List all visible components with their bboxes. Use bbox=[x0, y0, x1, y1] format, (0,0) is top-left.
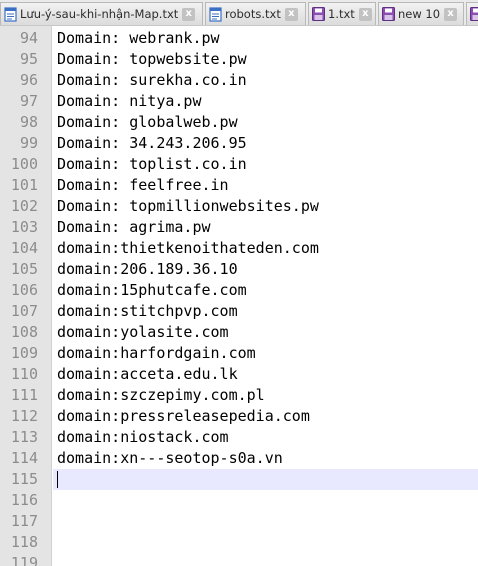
line-number: 106 bbox=[10, 281, 38, 299]
line-number: 110 bbox=[10, 365, 38, 383]
line-text: Domain: topmillionwebsites.pw bbox=[57, 197, 319, 215]
line-number: 94 bbox=[19, 29, 38, 47]
editor-line[interactable]: 118 bbox=[0, 532, 478, 553]
line-number: 119 bbox=[10, 554, 38, 566]
line-text: domain:acceta.edu.lk bbox=[57, 365, 238, 383]
editor-line[interactable]: 99 Domain: 34.243.206.95 bbox=[0, 133, 478, 154]
line-text: Domain: surekha.co.in bbox=[57, 71, 247, 89]
editor-line[interactable]: 101 Domain: feelfree.in bbox=[0, 175, 478, 196]
editor-line[interactable]: 116 bbox=[0, 490, 478, 511]
line-number: 104 bbox=[10, 239, 38, 257]
line-number: 103 bbox=[10, 218, 38, 236]
editor-line[interactable]: 112 domain:pressreleasepedia.com bbox=[0, 406, 478, 427]
line-number: 116 bbox=[10, 491, 38, 509]
editor-line[interactable]: 105 domain:206.189.36.10 bbox=[0, 259, 478, 280]
tab-1[interactable]: Lưu-ý-sau-khi-nhận-Map.txt x bbox=[0, 2, 203, 25]
tab-label: robots.txt bbox=[225, 7, 281, 21]
editor-line[interactable]: 100 Domain: toplist.co.in bbox=[0, 154, 478, 175]
line-text: Domain: toplist.co.in bbox=[57, 155, 247, 173]
line-number: 102 bbox=[10, 197, 38, 215]
line-text: Domain: feelfree.in bbox=[57, 176, 229, 194]
line-number: 114 bbox=[10, 449, 38, 467]
line-number: 108 bbox=[10, 323, 38, 341]
line-text: domain:xn---seotop-s0a.vn bbox=[57, 449, 283, 467]
tab-bar: Lưu-ý-sau-khi-nhận-Map.txt x robots.txt x 1.… bbox=[0, 0, 478, 26]
line-number: 117 bbox=[10, 512, 38, 530]
editor-line[interactable]: 94 Domain: webrank.pw bbox=[0, 28, 478, 49]
notepad-file-icon bbox=[208, 6, 222, 22]
line-number: 97 bbox=[19, 92, 38, 110]
line-text: domain:pressreleasepedia.com bbox=[57, 407, 310, 425]
editor-line[interactable]: 109 domain:harfordgain.com bbox=[0, 343, 478, 364]
tab-label: Lưu-ý-sau-khi-nhận-Map.txt bbox=[20, 7, 179, 21]
line-number: 113 bbox=[10, 428, 38, 446]
editor-line[interactable]: 104 domain:thietkenoithateden.com bbox=[0, 238, 478, 259]
tab-close-icon[interactable]: x bbox=[284, 7, 298, 21]
line-text: domain:206.189.36.10 bbox=[57, 260, 238, 278]
line-text: Domain: topwebsite.pw bbox=[57, 50, 247, 68]
line-text: Domain: nitya.pw bbox=[57, 92, 202, 110]
save-disk-icon bbox=[381, 7, 395, 22]
line-number: 100 bbox=[10, 155, 38, 173]
notepad-file-icon bbox=[3, 6, 17, 22]
line-text: domain:niostack.com bbox=[57, 428, 229, 446]
editor-line[interactable]: 106 domain:15phutcafe.com bbox=[0, 280, 478, 301]
editor-line[interactable]: 110 domain:acceta.edu.lk bbox=[0, 364, 478, 385]
line-number: 112 bbox=[10, 407, 38, 425]
tab-close-icon[interactable]: x bbox=[444, 7, 458, 21]
line-number: 105 bbox=[10, 260, 38, 278]
line-text: Domain: 34.243.206.95 bbox=[57, 134, 247, 152]
line-number: 109 bbox=[10, 344, 38, 362]
line-number: 107 bbox=[10, 302, 38, 320]
editor-line[interactable]: 114 domain:xn---seotop-s0a.vn bbox=[0, 448, 478, 469]
editor-line[interactable]: 96 Domain: surekha.co.in bbox=[0, 70, 478, 91]
editor-line[interactable]: 108 domain:yolasite.com bbox=[0, 322, 478, 343]
editor-line[interactable]: 98 Domain: globalweb.pw bbox=[0, 112, 478, 133]
editor-line[interactable]: 102 Domain: topmillionwebsites.pw bbox=[0, 196, 478, 217]
current-line-highlight bbox=[53, 469, 478, 490]
line-number: 96 bbox=[19, 71, 38, 89]
line-text: Domain: agrima.pw bbox=[57, 218, 211, 236]
line-number: 111 bbox=[10, 386, 38, 404]
tab-2[interactable]: robots.txt x bbox=[205, 2, 306, 25]
line-text: domain:thietkenoithateden.com bbox=[57, 239, 319, 257]
tab-label: new 10 bbox=[398, 7, 441, 21]
line-text: domain:yolasite.com bbox=[57, 323, 229, 341]
line-text: domain:harfordgain.com bbox=[57, 344, 256, 362]
line-number: 95 bbox=[19, 50, 38, 68]
editor-line[interactable]: 113 domain:niostack.com bbox=[0, 427, 478, 448]
editor-line[interactable]: 95 Domain: topwebsite.pw bbox=[0, 49, 478, 70]
tab-5[interactable] bbox=[466, 2, 478, 25]
editor-line[interactable]: 107 domain:stitchpvp.com bbox=[0, 301, 478, 322]
editor-line[interactable]: 111 domain:szczepimy.com.pl bbox=[0, 385, 478, 406]
line-number: 115 bbox=[10, 470, 38, 488]
line-number: 98 bbox=[19, 113, 38, 131]
editor-line[interactable]: 117 bbox=[0, 511, 478, 532]
line-number: 101 bbox=[10, 176, 38, 194]
save-disk-icon bbox=[469, 7, 478, 22]
line-number: 118 bbox=[10, 533, 38, 551]
line-text: Domain: webrank.pw bbox=[57, 29, 220, 47]
text-caret bbox=[57, 471, 58, 488]
line-text: domain:stitchpvp.com bbox=[57, 302, 238, 320]
editor-line[interactable]: 97 Domain: nitya.pw bbox=[0, 91, 478, 112]
tab-close-icon[interactable]: x bbox=[358, 7, 372, 21]
line-number: 99 bbox=[19, 134, 38, 152]
editor-line[interactable]: 103 Domain: agrima.pw bbox=[0, 217, 478, 238]
line-text: domain:szczepimy.com.pl bbox=[57, 386, 265, 404]
save-disk-icon bbox=[311, 7, 325, 22]
line-text: domain:15phutcafe.com bbox=[57, 281, 247, 299]
editor-line[interactable]: 119 bbox=[0, 553, 478, 566]
tab-label: 1.txt bbox=[328, 7, 355, 21]
current-editor-line[interactable]: 115 bbox=[0, 469, 478, 490]
line-text: Domain: globalweb.pw bbox=[57, 113, 238, 131]
tab-close-icon[interactable]: x bbox=[182, 7, 196, 21]
tab-3[interactable]: 1.txt x bbox=[308, 2, 376, 25]
tab-4[interactable]: new 10 x bbox=[378, 2, 464, 25]
